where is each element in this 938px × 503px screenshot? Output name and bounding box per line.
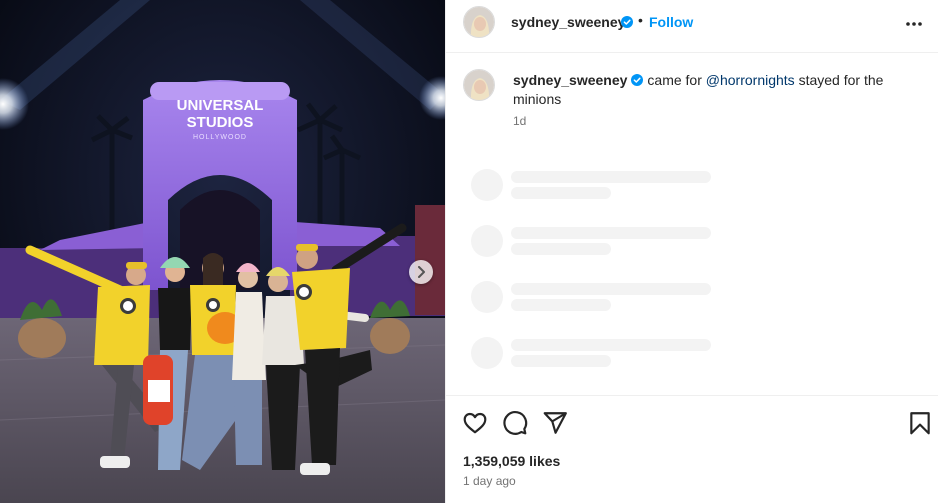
caption-mention-link[interactable]: @horrornights: [706, 72, 795, 88]
verified-badge-icon: [621, 16, 633, 28]
follow-button[interactable]: Follow: [649, 14, 693, 30]
skeleton-line: [511, 187, 611, 199]
skeleton-avatar: [471, 281, 503, 313]
post-photo[interactable]: UNIVERSAL STUDIOS HOLLYWOOD: [0, 0, 445, 503]
comment-skeleton: [446, 337, 938, 377]
caption-body-start: came for: [647, 72, 706, 88]
comment-skeleton: [446, 225, 938, 265]
skeleton-line: [511, 355, 611, 367]
post-actions: 1,359,059 likes 1 day ago: [446, 395, 938, 503]
skeleton-line: [511, 171, 711, 183]
avatar-image: [464, 70, 494, 100]
sign-line-1: UNIVERSAL: [177, 97, 264, 114]
separator-dot: •: [638, 12, 643, 28]
photo-scene: UNIVERSAL STUDIOS HOLLYWOOD: [0, 0, 445, 503]
caption: sydney_sweeney came for @horrornights sta…: [446, 53, 938, 143]
comment-icon[interactable]: [502, 410, 528, 436]
skeleton-line: [511, 299, 611, 311]
sign-line-3: HOLLYWOOD: [193, 134, 247, 141]
verified-badge-icon: [631, 74, 644, 86]
post-details-panel: sydney_sweeney • Follow sydney_sweeneyca…: [445, 0, 938, 503]
caption-username[interactable]: sydney_sweeney: [513, 72, 627, 88]
skeleton-line: [511, 339, 711, 351]
caption-avatar[interactable]: [463, 69, 495, 101]
skeleton-line: [511, 283, 711, 295]
avatar-image: [464, 7, 494, 37]
like-count[interactable]: 1,359,059 likes: [463, 453, 560, 469]
more-options-icon[interactable]: [904, 14, 924, 34]
skeleton-avatar: [471, 225, 503, 257]
comment-skeleton: [446, 281, 938, 321]
carousel-next-button[interactable]: [409, 260, 433, 284]
post-timestamp[interactable]: 1 day ago: [463, 474, 516, 488]
sign-line-2: STUDIOS: [187, 114, 254, 131]
skeleton-line: [511, 243, 611, 255]
skeleton-avatar: [471, 169, 503, 201]
avatar[interactable]: [463, 6, 495, 38]
chevron-right-icon: [418, 266, 425, 278]
caption-text: sydney_sweeney came for @horrornights sta…: [513, 71, 893, 109]
header-username[interactable]: sydney_sweeney: [511, 14, 625, 30]
skeleton-avatar: [471, 337, 503, 369]
bookmark-icon[interactable]: [907, 410, 933, 436]
post-header: sydney_sweeney • Follow: [446, 0, 938, 53]
skeleton-line: [511, 227, 711, 239]
comment-skeleton: [446, 169, 938, 209]
caption-timestamp[interactable]: 1d: [513, 114, 526, 128]
heart-icon[interactable]: [462, 410, 488, 436]
send-icon[interactable]: [542, 410, 568, 436]
